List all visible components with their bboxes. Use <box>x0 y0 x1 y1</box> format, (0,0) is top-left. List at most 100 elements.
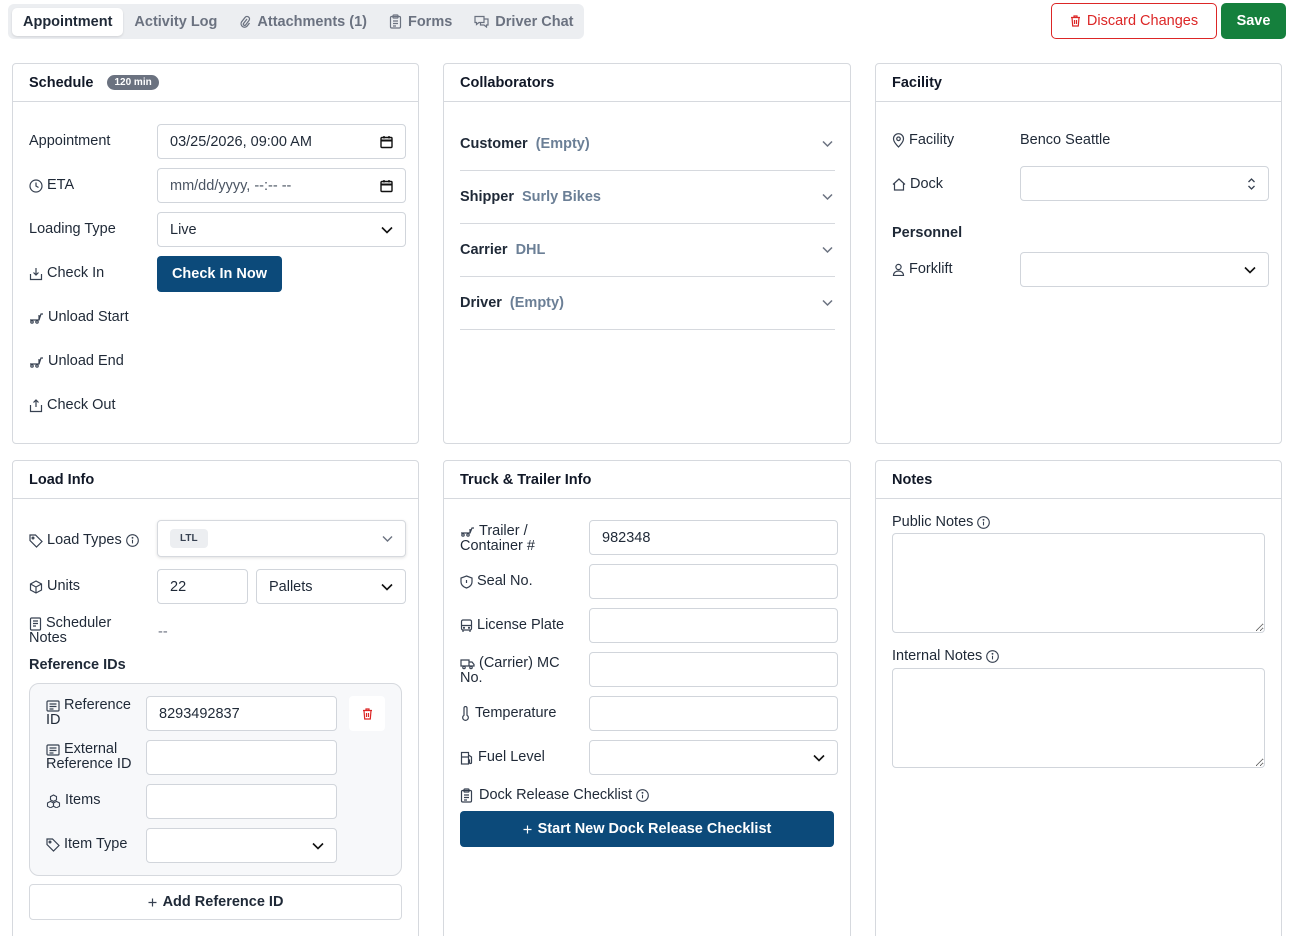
items-label-text: Items <box>65 792 101 808</box>
external-reference-label: External Reference ID <box>46 742 131 772</box>
trailer-value: 982348 <box>602 529 651 546</box>
scheduler-notes-label: Scheduler Notes <box>29 616 111 646</box>
item-type-select[interactable] <box>146 828 337 863</box>
public-notes-textarea[interactable] <box>892 533 1265 633</box>
home-icon <box>892 178 906 191</box>
check-in-label: Check In <box>29 266 104 281</box>
tab-driver-chat[interactable]: Driver Chat <box>463 8 584 36</box>
eta-datetime-input[interactable]: mm/dd/yyyy, --:-- -- <box>157 168 406 203</box>
units-label-text: Units <box>47 578 81 594</box>
temperature-input[interactable] <box>589 696 838 731</box>
info-icon[interactable] <box>986 650 1000 663</box>
temperature-label-text: Temperature <box>475 705 557 721</box>
chevron-down-icon <box>822 193 833 201</box>
clipboard-icon <box>389 14 402 29</box>
panel-header: Notes <box>876 461 1281 499</box>
fuel-level-label: Fuel Level <box>460 750 545 765</box>
panel-header: Truck & Trailer Info <box>444 461 850 499</box>
reference-id-label-text: Reference ID <box>46 698 131 728</box>
trailer-label: Trailer / Container # <box>460 524 535 554</box>
tab-activity-log[interactable]: Activity Log <box>123 8 228 36</box>
load-type-chip[interactable]: LTL <box>170 529 208 548</box>
forklift-icon <box>29 312 44 324</box>
collaborator-row-driver[interactable]: Driver (Empty) <box>460 277 835 330</box>
info-icon[interactable] <box>977 516 991 529</box>
tab-appointment[interactable]: Appointment <box>12 7 124 36</box>
check-out-label-text: Check Out <box>47 397 116 413</box>
shield-icon <box>460 574 473 589</box>
seal-input[interactable] <box>589 564 838 599</box>
label-line: Trailer / <box>479 523 528 539</box>
tab-label: Activity Log <box>134 13 218 30</box>
internal-notes-label: Internal Notes <box>892 649 1000 664</box>
dock-release-checklist-label: Dock Release Checklist <box>460 788 649 803</box>
tab-attachments[interactable]: Attachments (1) <box>228 8 378 36</box>
dock-select[interactable] <box>1020 166 1269 201</box>
add-reference-id-button[interactable]: Add Reference ID <box>29 884 402 920</box>
appointment-value: 03/25/2026, 09:00 AM <box>170 133 312 150</box>
appointment-label-text: Appointment <box>29 133 111 149</box>
discard-changes-button[interactable]: Discard Changes <box>1051 3 1217 39</box>
mc-number-label-text: (Carrier) MC No. <box>460 655 560 686</box>
tab-forms[interactable]: Forms <box>378 8 463 36</box>
reference-id-input[interactable]: 8293492837 <box>146 696 337 731</box>
chevron-down-icon <box>813 754 825 762</box>
internal-notes-textarea[interactable] <box>892 668 1265 768</box>
checklist-button-label: Start New Dock Release Checklist <box>537 821 772 837</box>
collaborator-value: Surly Bikes <box>521 189 601 205</box>
info-icon[interactable] <box>125 534 139 547</box>
unload-start-label: Unload Start <box>29 310 129 325</box>
seal-label: Seal No. <box>460 574 533 589</box>
collaborator-row-shipper[interactable]: Shipper Surly Bikes <box>460 171 835 224</box>
loading-type-label-text: Loading Type <box>29 221 116 237</box>
check-in-now-button[interactable]: Check In Now <box>157 256 282 292</box>
collaborator-row-customer[interactable]: Customer (Empty) <box>460 118 835 171</box>
scheduler-notes-label-text: Scheduler Notes <box>29 615 112 646</box>
schedule-panel: Schedule 120 min Appointment 03/25/2026,… <box>12 63 419 444</box>
calendar-icon[interactable] <box>380 179 393 192</box>
load-types-multiselect[interactable]: LTL <box>157 520 406 557</box>
license-plate-input[interactable] <box>589 608 838 643</box>
public-notes-label-text: Public Notes <box>892 514 974 530</box>
label-line: Scheduler <box>46 615 112 631</box>
calendar-icon[interactable] <box>380 135 393 148</box>
duration-badge: 120 min <box>107 75 159 90</box>
personnel-heading: Personnel <box>892 225 963 241</box>
mc-number-input[interactable] <box>589 652 838 687</box>
appointment-label: Appointment <box>29 134 110 149</box>
panel-header: Collaborators <box>444 64 850 102</box>
collaborator-row-carrier[interactable]: Carrier DHL <box>460 224 835 277</box>
notes-panel: Notes Public Notes Internal Notes <box>875 460 1282 936</box>
units-value: 22 <box>170 578 187 595</box>
facility-label: Facility <box>892 133 954 148</box>
facility-label-text: Facility <box>909 132 955 148</box>
trailer-label-text: Trailer / Container # <box>460 523 535 554</box>
appointment-datetime-input[interactable]: 03/25/2026, 09:00 AM <box>157 124 406 159</box>
tab-label: Driver Chat <box>495 13 574 30</box>
dock-label-text: Dock <box>910 176 944 192</box>
units-input[interactable]: 22 <box>157 569 248 604</box>
external-reference-label-text: External Reference ID <box>46 742 131 772</box>
items-input[interactable] <box>146 784 337 819</box>
units-type-select[interactable]: Pallets <box>256 569 406 604</box>
chevron-down-icon <box>312 842 324 850</box>
clock-icon <box>29 178 43 193</box>
loading-type-select[interactable]: Live <box>157 212 406 247</box>
items-label: Items <box>46 793 100 808</box>
fuel-level-select[interactable] <box>589 740 838 775</box>
trailer-input[interactable]: 982348 <box>589 520 838 555</box>
label-line: (Carrier) MC <box>479 655 560 671</box>
truck-icon <box>460 658 475 670</box>
collaborator-value: (Empty) <box>509 295 564 311</box>
forklift-select[interactable] <box>1020 252 1269 287</box>
chevron-down-icon <box>822 299 833 307</box>
save-button[interactable]: Save <box>1221 3 1286 39</box>
external-reference-input[interactable] <box>146 740 337 775</box>
delete-reference-button[interactable] <box>349 696 385 731</box>
start-dock-release-checklist-button[interactable]: Start New Dock Release Checklist <box>460 811 834 847</box>
person-icon <box>892 263 905 276</box>
tab-label: Forms <box>407 13 453 30</box>
load-types-label-text: Load Types <box>47 532 122 548</box>
panel-header: Facility <box>876 64 1281 102</box>
info-icon[interactable] <box>636 789 649 802</box>
